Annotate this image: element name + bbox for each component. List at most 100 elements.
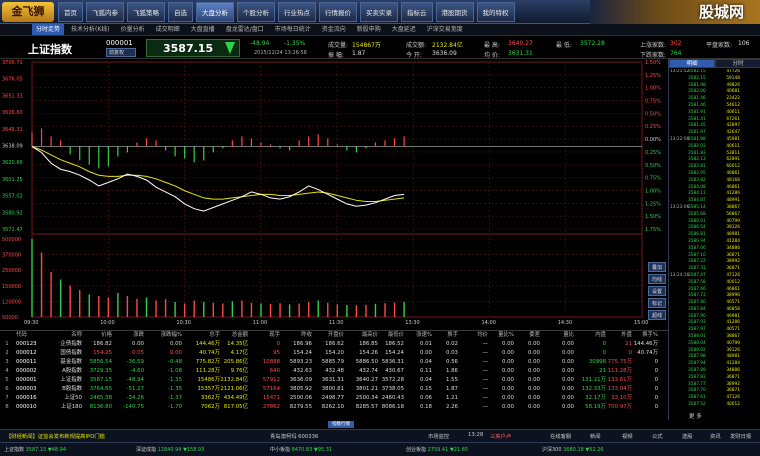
tick-price: 3583.82	[688, 177, 706, 183]
menu-item-7[interactable]: 行情报价	[319, 2, 357, 22]
last-price: 3587.15	[163, 42, 214, 55]
column-header[interactable]: 量比	[540, 331, 574, 340]
table-cell: 0.00	[501, 359, 514, 365]
column-header[interactable]: 开盘价	[312, 331, 344, 340]
menu-item-9[interactable]: 指标云	[401, 2, 433, 22]
table-cell: 2	[5, 350, 9, 356]
side-button-0[interactable]: 叠加	[648, 262, 666, 272]
table-cell: 1.55	[445, 377, 458, 383]
subtab-5[interactable]: 盘龙雷达/盘口	[222, 24, 268, 35]
column-header[interactable]: 涨跌幅%	[144, 331, 182, 340]
table-cell: 3801.21	[355, 386, 378, 392]
menu-item-11[interactable]: 我的特权	[476, 2, 515, 22]
column-header[interactable]: 昨收	[280, 331, 312, 340]
table-row[interactable]: 2 000012 国债指数 154.25 0.05 0.00 40.74万 4.17亿 95 15…	[0, 349, 668, 358]
column-header[interactable]: 价格	[82, 331, 112, 340]
table-cell: 0.00	[169, 350, 182, 356]
menu-item-4[interactable]: 大盘分析	[196, 2, 234, 22]
column-header[interactable]: 外盘	[606, 331, 632, 340]
menu-item-1[interactable]: 飞狐内参	[86, 2, 124, 22]
pct-tick-label: 0.75%	[645, 99, 661, 105]
column-header[interactable]: 均价	[458, 331, 488, 340]
column-header[interactable]: 现手	[248, 331, 280, 340]
column-header[interactable]: 换手%	[632, 331, 658, 340]
column-header[interactable]: 总金额	[220, 331, 248, 340]
online-service-button[interactable]: 在线客服	[550, 432, 571, 440]
menu-item-6[interactable]: 行业热点	[278, 2, 316, 22]
subtab-8[interactable]: 新股申购	[353, 24, 385, 35]
column-header[interactable]: 总手	[182, 331, 220, 340]
subtab-7[interactable]: 资金流向	[318, 24, 350, 35]
more-button[interactable]: 更 多	[689, 412, 702, 420]
table-cell: 817.05亿	[223, 404, 248, 410]
column-header[interactable]: 内盘	[574, 331, 606, 340]
column-header[interactable]: 最低价	[378, 331, 404, 340]
side-button-2[interactable]: 设置	[648, 286, 666, 296]
side-button-4[interactable]: 超线	[648, 310, 666, 320]
index-ticker-item[interactable]: 中小板指 8470.83 ▼95.31	[270, 446, 332, 453]
index-ticker-item[interactable]: 上证指数 3587.15 ▼48.94	[4, 446, 66, 453]
pct-tick-label: 0.50%	[645, 163, 661, 169]
status-time: 13:28	[468, 432, 484, 438]
index-ticker-item[interactable]: 沪深300 3680.18 ▼52.26	[542, 446, 604, 453]
table-row[interactable]: 3 000011 基金指数 5856.54 -36.59 -0.48 775.82万 205.…	[0, 358, 668, 367]
menu-item-5[interactable]: 个股分析	[237, 2, 275, 22]
tick-price: 3581.97	[688, 130, 706, 136]
subtab-3[interactable]: 成交明细	[152, 24, 184, 35]
table-tab-index-quotes[interactable]: 指数行情	[328, 421, 354, 428]
side-button-1[interactable]: 均线	[648, 274, 666, 284]
column-header[interactable]: 委差	[514, 331, 540, 340]
title-bar: 金飞狮 首页 飞狐内参 飞狐策略 自选 大盘分析 个股分析 行业热点 行情报价 买卖实录 指标云港…	[0, 0, 760, 24]
subtab-6[interactable]: 市场每日统计	[271, 24, 315, 35]
menu-item-0[interactable]: 首页	[58, 2, 83, 22]
column-header[interactable]: 名称	[48, 331, 82, 340]
pct-tick-label: 1.25%	[645, 73, 661, 79]
index-value: 2759.41	[427, 447, 449, 453]
subtab-2[interactable]: 价量分析	[117, 24, 149, 35]
table-cell: 15486万	[197, 377, 220, 383]
index-ticker-item[interactable]: 创业板指 2759.41 ▼21.65	[406, 446, 468, 453]
news-ticker[interactable]: 【财经新闻】证监会发布新规提高IPO门槛	[6, 432, 105, 440]
table-row[interactable]: 1 000123 企债指数 186.82 0.00 0.00 144.46万 14.35亿 0 1…	[0, 340, 668, 349]
tab-minute[interactable]: 分时	[715, 59, 760, 68]
info-button[interactable]: 资讯	[710, 432, 721, 440]
column-header[interactable]: 涨速%	[404, 331, 432, 340]
column-header[interactable]: 代码	[14, 331, 48, 340]
column-header[interactable]: 换手	[432, 331, 458, 340]
flat-count-label: 平盘家数:	[706, 42, 733, 49]
video-button[interactable]: 视频	[622, 432, 633, 440]
subtab-4[interactable]: 大盘直播	[187, 24, 219, 35]
column-header[interactable]: 最高价	[344, 331, 378, 340]
tick-price: 3587.80	[688, 300, 706, 306]
column-header[interactable]: 量比%	[488, 331, 514, 340]
table-row[interactable]: 4 000002 A股指数 3729.35 -4.60 -1.08 111.28万 9.76亿…	[0, 367, 668, 376]
stock-picker-button[interactable]: 选股	[682, 432, 693, 440]
subtab-1[interactable]: 技术分析(K线)	[67, 24, 114, 35]
subtab-0[interactable]: 分时走势	[32, 24, 65, 35]
market-monitor-button[interactable]: 市场监控	[428, 432, 449, 440]
column-header[interactable]: 涨跌	[112, 331, 144, 340]
index-ticker-item[interactable]: 深证成指 12840.94 ▼158.93	[136, 446, 204, 453]
formula-button[interactable]: 公式	[652, 432, 663, 440]
tick-row: 3587.31 36871	[670, 266, 760, 273]
table-cell: 3800.81	[321, 386, 344, 392]
menu-item-3[interactable]: 自选	[168, 2, 193, 22]
daily-report-button[interactable]: 发财日报	[730, 432, 751, 440]
tab-detail[interactable]: 明细	[669, 59, 715, 68]
table-row[interactable]: 7 000016 上证50 2465.38 -34.26 -1.37 3362万 434.49…	[0, 394, 668, 403]
table-row[interactable]: 8 000010 上证180 8136.80 -140.75 -1.70 7062万 817.…	[0, 403, 668, 412]
side-button-3[interactable]: 标记	[648, 298, 666, 308]
menu-item-10[interactable]: 港股期货	[435, 2, 474, 22]
news-button[interactable]: 新闻	[590, 432, 601, 440]
table-row[interactable]: 6 000003 B股指数 3764.65 -51.27 -1.35 15357万 2121.…	[0, 385, 668, 394]
subtab-10[interactable]: 沪深交易宽度	[423, 24, 467, 35]
subtab-9[interactable]: 大盘延迟	[388, 24, 420, 35]
menu-item-8[interactable]: 买卖实录	[360, 2, 398, 22]
column-header[interactable]	[0, 331, 14, 340]
period-select[interactable]: 前复权	[106, 48, 136, 57]
tick-amount: 45981	[726, 136, 740, 142]
menu-item-2[interactable]: 飞狐策略	[127, 2, 165, 22]
intraday-chart[interactable]: 1.50% 1.25% 1.00% 0.75% 0.50% 0.25% 0.00% 0.25%…	[0, 59, 668, 326]
table-row[interactable]: 5 000001 上证指数 3587.15 -48.94 -1.35 15486万 2132.…	[0, 376, 668, 385]
table-cell: 0.00	[527, 368, 540, 374]
